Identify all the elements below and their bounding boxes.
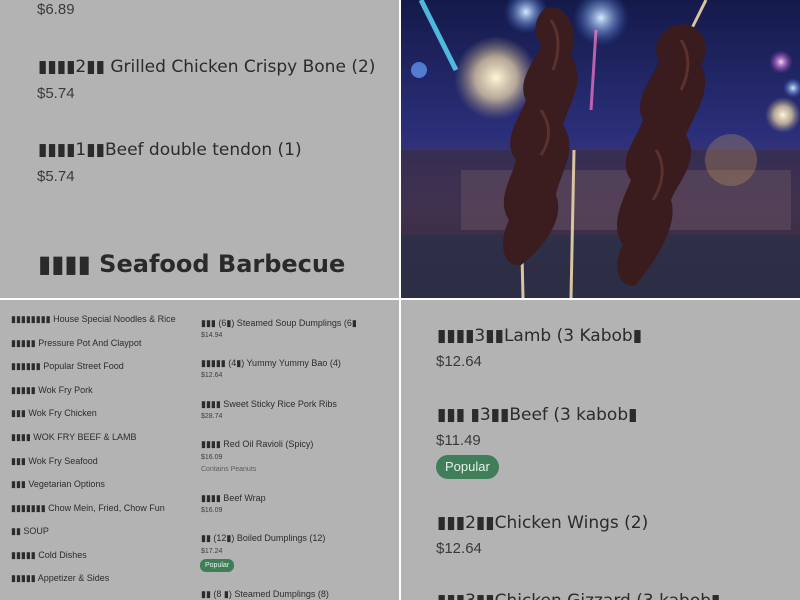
popular-badge: Popular bbox=[200, 559, 235, 572]
item-price: $12.64 bbox=[436, 540, 482, 557]
category-nav-item[interactable]: ▮▮▮▮▮▮▮ Chow Mein, Fried, Chow Fun bbox=[11, 503, 165, 514]
item-price: $5.74 bbox=[37, 85, 75, 102]
menu-item-name[interactable]: ▮▮ (8 ▮) Steamed Dumplings (8) bbox=[201, 589, 329, 600]
menu-item-name[interactable]: ▮▮▮▮2▮▮ Grilled Chicken Crispy Bone (2) bbox=[38, 57, 375, 77]
menu-item-name[interactable]: ▮▮ (12▮) Boiled Dumplings (12) bbox=[201, 533, 325, 544]
kebab-skewers-photo-icon bbox=[401, 0, 800, 298]
menu-item-name[interactable]: ▮▮▮▮3▮▮Lamb (3 Kabob▮ bbox=[437, 326, 642, 346]
item-price: $16.09 bbox=[201, 507, 223, 514]
category-nav-item[interactable]: ▮▮▮▮▮ Appetizer & Sides bbox=[11, 573, 109, 584]
menu-item-name[interactable]: ▮▮▮▮ Beef Wrap bbox=[201, 493, 266, 504]
menu-item-name[interactable]: ▮▮▮ (6▮) Steamed Soup Dumplings (6▮ bbox=[201, 318, 357, 329]
item-price: $17.24 bbox=[201, 548, 223, 555]
menu-item-name[interactable]: ▮▮▮▮▮ (4▮) Yummy Yummy Bao (4) bbox=[201, 358, 341, 369]
category-nav-item[interactable]: ▮▮▮▮▮▮▮▮ House Special Noodles & Rice bbox=[11, 314, 176, 325]
item-price: $14.94 bbox=[201, 332, 223, 339]
menu-item-name[interactable]: ▮▮▮2▮▮Chicken Wings (2) bbox=[437, 513, 648, 533]
category-nav-item[interactable]: ▮▮▮▮▮▮ Popular Street Food bbox=[11, 361, 124, 372]
allergen-note: Contains Peanuts bbox=[201, 466, 257, 473]
menu-panel-top-left: $6.89 ▮▮▮▮2▮▮ Grilled Chicken Crispy Bon… bbox=[0, 0, 399, 298]
menu-panel-bottom-left: ▮▮▮▮▮▮▮▮ House Special Noodles & Rice ▮▮… bbox=[0, 300, 399, 600]
item-price: $11.49 bbox=[436, 432, 481, 449]
item-price: $5.74 bbox=[37, 168, 75, 185]
category-nav-item[interactable]: ▮▮▮▮▮ Cold Dishes bbox=[11, 550, 87, 561]
category-nav-item[interactable]: ▮▮▮ Wok Fry Chicken bbox=[11, 408, 97, 419]
menu-item-name[interactable]: ▮▮▮▮ Sweet Sticky Rice Pork Ribs bbox=[201, 399, 337, 410]
food-photo[interactable] bbox=[401, 0, 800, 298]
menu-item-name[interactable]: ▮▮▮▮1▮▮Beef double tendon (1) bbox=[38, 140, 302, 160]
menu-panel-bottom-right: ▮▮▮▮3▮▮Lamb (3 Kabob▮ $12.64 ▮▮▮ ▮3▮▮Bee… bbox=[401, 300, 800, 600]
popular-badge: Popular bbox=[436, 455, 499, 479]
menu-item-name[interactable]: ▮▮▮3▮▮Chicken Gizzard (3 kabob▮ bbox=[437, 591, 720, 600]
item-price: $16.09 bbox=[201, 454, 223, 461]
category-nav-item[interactable]: ▮▮▮▮▮ Pressure Pot And Claypot bbox=[11, 338, 141, 349]
item-price: $12.64 bbox=[201, 372, 223, 379]
menu-item-name[interactable]: ▮▮▮ ▮3▮▮Beef (3 kabob▮ bbox=[437, 405, 637, 425]
item-price: $6.89 bbox=[37, 1, 75, 18]
category-nav-item[interactable]: ▮▮▮▮▮ Wok Fry Pork bbox=[11, 385, 93, 396]
category-nav-item[interactable]: ▮▮▮▮ WOK FRY BEEF & LAMB bbox=[11, 432, 137, 443]
category-nav-item[interactable]: ▮▮▮ Wok Fry Seafood bbox=[11, 456, 98, 467]
category-nav-item[interactable]: ▮▮▮ Vegetarian Options bbox=[11, 479, 105, 490]
item-price: $28.74 bbox=[201, 413, 223, 420]
menu-item-name[interactable]: ▮▮▮▮ Red Oil Ravioli (Spicy) bbox=[201, 439, 313, 450]
section-title: ▮▮▮▮ Seafood Barbecue bbox=[38, 250, 346, 278]
item-price: $12.64 bbox=[436, 353, 482, 370]
category-nav-item[interactable]: ▮▮ SOUP bbox=[11, 526, 49, 537]
